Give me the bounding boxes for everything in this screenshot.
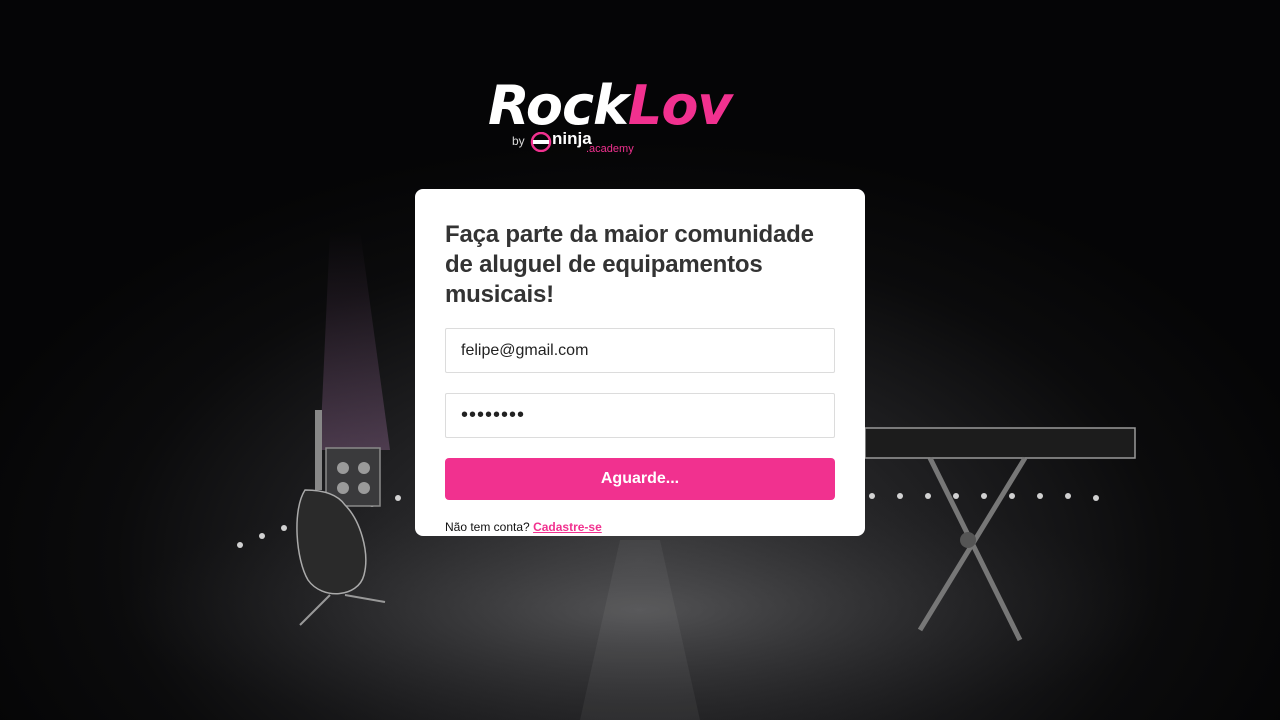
login-page: RockLov by ninja .academy Faça parte da … bbox=[0, 0, 1280, 720]
signup-prompt: Não tem conta? Cadastre-se bbox=[445, 520, 835, 534]
login-card: Faça parte da maior comunidade de alugue… bbox=[415, 189, 865, 536]
brand-logo: RockLov by ninja .academy bbox=[488, 74, 798, 164]
logo-primary-text: Rock bbox=[488, 74, 629, 137]
logo-wordmark: RockLov bbox=[488, 74, 733, 138]
logo-by-text: by bbox=[512, 134, 525, 148]
signup-prompt-text: Não tem conta? bbox=[445, 520, 530, 534]
headline: Faça parte da maior comunidade de alugue… bbox=[445, 221, 814, 308]
submit-button[interactable]: Aguarde... bbox=[445, 458, 835, 500]
password-field[interactable] bbox=[445, 393, 835, 438]
signup-link[interactable]: Cadastre-se bbox=[533, 520, 602, 534]
email-field[interactable] bbox=[445, 328, 835, 373]
ninja-mask-icon bbox=[530, 132, 552, 152]
logo-accent-text: Lov bbox=[627, 74, 733, 137]
partner-suffix: .academy bbox=[586, 143, 634, 155]
